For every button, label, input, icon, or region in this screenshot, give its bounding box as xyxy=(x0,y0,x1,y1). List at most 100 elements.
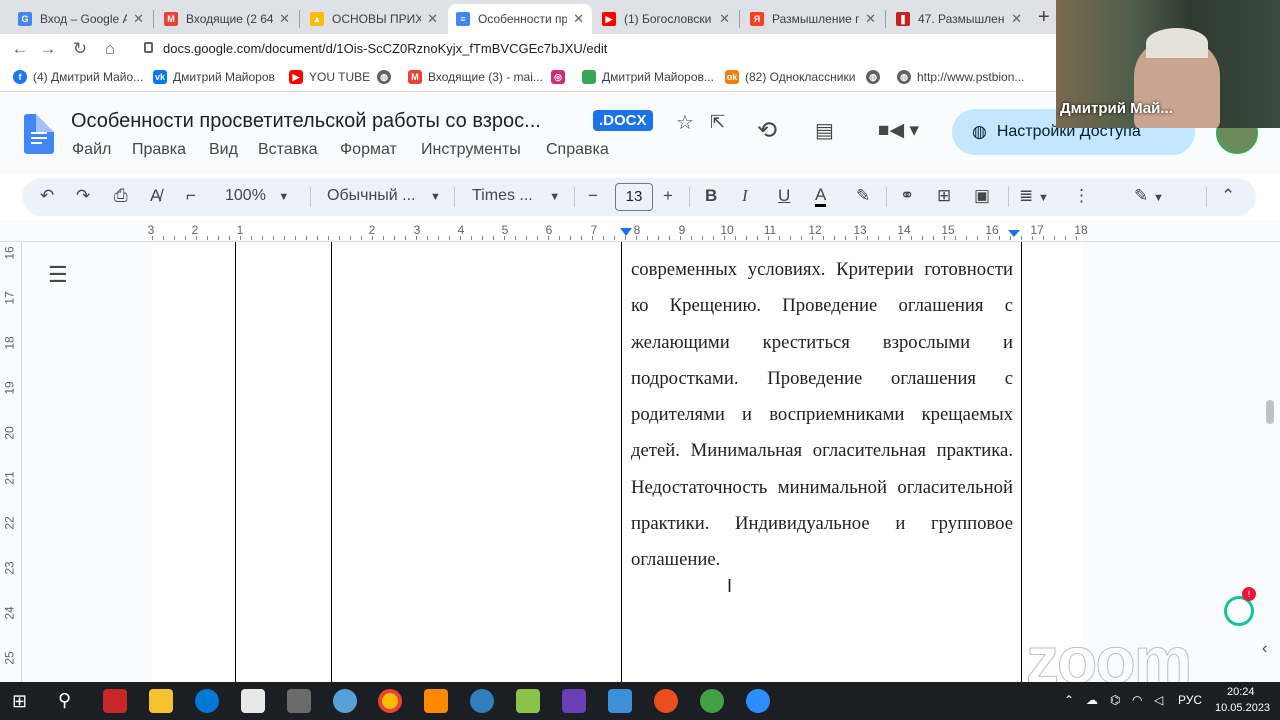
file-explorer-icon[interactable] xyxy=(149,689,173,713)
chevron-up-icon[interactable]: ⌃ xyxy=(1064,693,1074,707)
windows-start-icon[interactable]: ⊞ xyxy=(12,691,27,712)
menu-file[interactable]: Файл xyxy=(72,141,111,159)
align-icon[interactable]: ≣ ▼ xyxy=(1019,186,1049,206)
close-icon[interactable]: ✕ xyxy=(719,11,730,27)
reload-icon[interactable]: ↻ xyxy=(70,39,90,59)
history-icon[interactable]: ⟲ xyxy=(757,116,777,145)
redo-icon[interactable]: ↷ xyxy=(76,186,90,206)
menu-format[interactable]: Формат xyxy=(340,141,397,159)
tab-google-signin[interactable]: G Вход – Google А ✕ xyxy=(10,4,152,34)
url-field[interactable]: docs.google.com/document/d/1Ois-ScCZ0Rzn… xyxy=(163,38,607,60)
app-icon[interactable] xyxy=(562,689,586,713)
bookmark-youtube[interactable]: ▶ YOU TUBE xyxy=(289,70,370,84)
home-icon[interactable]: ⌂ xyxy=(100,39,120,59)
docs-logo-icon[interactable] xyxy=(24,114,54,154)
outline-icon[interactable]: ☰ xyxy=(48,262,68,288)
bookmark-gmail[interactable]: M Входящие (3) - mai... xyxy=(408,70,543,84)
document-title[interactable]: Особенности просветительской работы со в… xyxy=(71,110,541,133)
increase-font-icon[interactable]: + xyxy=(663,186,673,206)
collapse-menu-icon[interactable]: ⌃ xyxy=(1221,186,1235,206)
paint-format-icon[interactable]: ⌐ xyxy=(186,186,196,206)
tab-reflection[interactable]: ❚ 47. Размышлени ✕ xyxy=(888,4,1030,34)
underline-icon[interactable]: U xyxy=(778,186,790,206)
move-icon[interactable]: ⇱ xyxy=(710,112,725,133)
calculator-icon[interactable] xyxy=(287,689,311,713)
bookmark-instagram[interactable]: ◎ xyxy=(551,70,571,84)
zoom-icon[interactable] xyxy=(746,689,770,713)
font-select[interactable]: Times ... ▼ xyxy=(472,187,560,205)
edge-icon[interactable] xyxy=(195,689,219,713)
decrease-font-icon[interactable]: − xyxy=(588,186,598,206)
clock-date[interactable]: 10.05.2023 xyxy=(1215,702,1270,714)
close-icon[interactable]: ✕ xyxy=(133,11,144,27)
table-cell-text[interactable]: современных условиях. Критерии готовност… xyxy=(631,252,1013,579)
bookmark-globe-2[interactable]: ◍ xyxy=(866,70,886,84)
bookmark-facebook[interactable]: f (4) Дмитрий Майо... xyxy=(13,70,143,84)
tab-docs-active[interactable]: ≡ Особенности пр ✕ xyxy=(448,4,592,34)
bookmark-vk[interactable]: vk Дмитрий Майоров xyxy=(153,70,275,84)
zoom-video-thumbnail[interactable]: Дмитрий Май... xyxy=(1056,0,1280,128)
bookmark-globe[interactable]: ◍ xyxy=(377,70,397,84)
grammarly-icon[interactable]: ! xyxy=(1224,587,1256,626)
chevron-left-icon[interactable]: ‹ xyxy=(1262,640,1267,658)
document-page[interactable]: современных условиях. Критерии готовност… xyxy=(152,242,1082,682)
link-icon[interactable]: ⚭ xyxy=(900,186,914,206)
italic-icon[interactable]: I xyxy=(742,186,748,206)
star-icon[interactable]: ☆ xyxy=(676,110,694,135)
meet-icon[interactable]: ■◀ ▾ xyxy=(878,119,919,142)
print-icon[interactable]: ⎙ xyxy=(114,186,128,206)
menu-view[interactable]: Вид xyxy=(209,141,238,159)
clock-time[interactable]: 20:24 xyxy=(1227,686,1255,698)
undo-icon[interactable]: ↶ xyxy=(40,186,54,206)
scrollbar[interactable] xyxy=(1266,400,1274,424)
bold-icon[interactable]: B xyxy=(705,186,717,206)
close-icon[interactable]: ✕ xyxy=(279,11,290,27)
app-icon[interactable] xyxy=(103,689,127,713)
app-icon[interactable] xyxy=(608,689,632,713)
bookmark-pstbi[interactable]: ◍ http://www.pstbion... xyxy=(897,70,1024,84)
volume-icon[interactable]: ◁ xyxy=(1154,693,1163,707)
utorrent-icon[interactable] xyxy=(700,689,724,713)
cloud-icon[interactable]: ☁ xyxy=(1086,693,1098,707)
bookmark-ok[interactable]: ok (82) Одноклассники xyxy=(725,70,855,84)
search-icon[interactable]: ⚲ xyxy=(58,690,71,711)
zoom-select[interactable]: 100% ▼ xyxy=(225,187,289,205)
new-tab-button[interactable]: + xyxy=(1038,6,1050,29)
app-icon[interactable] xyxy=(516,689,540,713)
highlight-icon[interactable]: ✎ xyxy=(856,186,870,206)
horizontal-ruler[interactable]: 3 2 1 2 3 4 5 6 7 8 9 10 11 12 13 14 15 16 17 18 xyxy=(0,220,1280,242)
chrome-icon[interactable] xyxy=(378,689,402,713)
wifi-icon[interactable]: ◠ xyxy=(1132,693,1142,707)
tab-drive[interactable]: ▲ ОСНОВЫ ПРИХС✕ xyxy=(302,4,446,34)
tab-yandex[interactable]: Я Размышление п ✕ xyxy=(742,4,884,34)
comment-icon[interactable]: ▤ xyxy=(815,118,834,143)
menu-insert[interactable]: Вставка xyxy=(258,141,317,159)
bookmark-page[interactable]: Дмитрий Майоров... xyxy=(582,70,714,84)
language-indicator[interactable]: РУС xyxy=(1178,693,1202,707)
spellcheck-icon[interactable]: A̸ xyxy=(150,186,161,206)
messenger-icon[interactable] xyxy=(470,689,494,713)
back-icon[interactable]: ← xyxy=(10,39,30,59)
font-size-input[interactable]: 13 xyxy=(615,183,653,211)
right-indent-marker[interactable] xyxy=(1008,230,1020,237)
editing-mode-icon[interactable]: ✎ ▼ xyxy=(1134,186,1164,206)
menu-help[interactable]: Справка xyxy=(546,141,609,159)
left-indent-marker[interactable] xyxy=(620,228,632,236)
menu-edit[interactable]: Правка xyxy=(132,141,186,159)
vlc-icon[interactable] xyxy=(424,689,448,713)
menu-tools[interactable]: Инструменты xyxy=(421,141,521,159)
close-icon[interactable]: ✕ xyxy=(1011,11,1022,27)
network-icon[interactable]: ⌬ xyxy=(1110,693,1120,707)
vertical-ruler[interactable]: 16 17 18 19 20 21 22 23 24 25 xyxy=(0,242,22,682)
app-icon[interactable] xyxy=(333,689,357,713)
text-color-icon[interactable]: A xyxy=(815,186,827,207)
style-select[interactable]: Обычный ... ▼ xyxy=(327,187,441,205)
forward-icon[interactable]: → xyxy=(38,39,58,59)
close-icon[interactable]: ✕ xyxy=(865,11,876,27)
store-icon[interactable] xyxy=(241,689,265,713)
close-icon[interactable]: ✕ xyxy=(427,11,438,27)
app-icon[interactable] xyxy=(654,689,678,713)
tab-gmail[interactable]: M Входящие (2 647 ✕ xyxy=(156,4,298,34)
close-icon[interactable]: ✕ xyxy=(573,11,584,27)
more-icon[interactable]: ⋮ xyxy=(1073,186,1090,206)
